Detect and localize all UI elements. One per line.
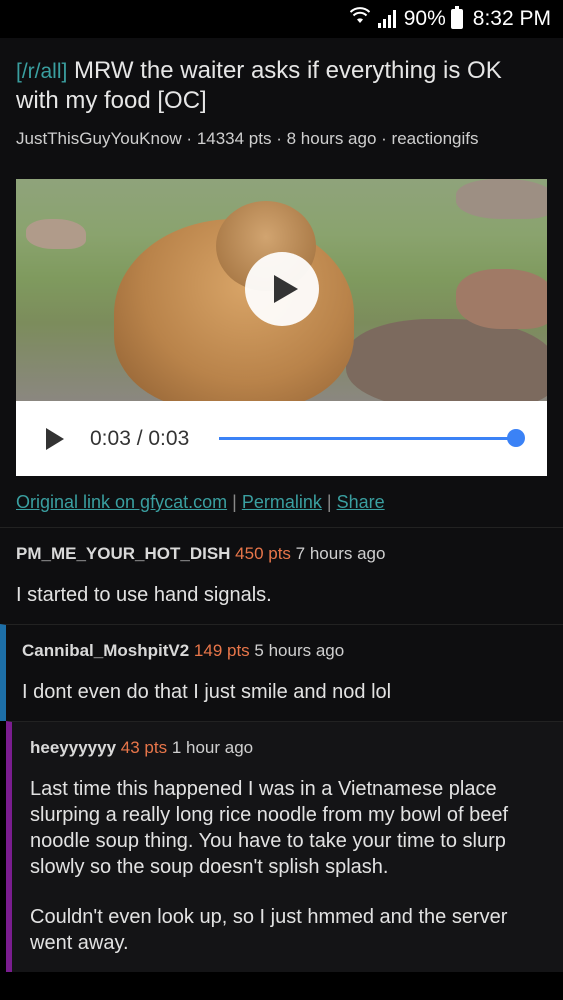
comment-paragraph: Couldn't even look up, so I just hmmed a… xyxy=(30,906,508,954)
meta-separator: · xyxy=(186,129,197,148)
comment-author[interactable]: Cannibal_MoshpitV2 xyxy=(22,641,189,660)
comment-body: Last time this happened I was in a Vietn… xyxy=(30,776,547,956)
play-overlay-button[interactable] xyxy=(245,252,319,326)
battery-percentage: 90% xyxy=(403,7,446,30)
original-link[interactable]: Original link on gfycat.com xyxy=(16,492,227,512)
post-meta: JustThisGuyYouKnow · 14334 pts · 8 hours… xyxy=(16,129,547,149)
comment-points: 450 pts xyxy=(235,544,291,563)
comment-reply[interactable]: Cannibal_MoshpitV2 149 pts 5 hours ago I… xyxy=(0,624,563,721)
comment[interactable]: PM_ME_YOUR_HOT_DISH 450 pts 7 hours ago … xyxy=(0,527,563,624)
comment-meta: Cannibal_MoshpitV2 149 pts 5 hours ago xyxy=(22,641,547,661)
comment-points: 43 pts xyxy=(120,738,168,757)
permalink-link[interactable]: Permalink xyxy=(242,492,322,512)
comment-body: I dont even do that I just smile and nod… xyxy=(22,679,547,705)
video-time: 0:03 / 0:03 xyxy=(90,426,190,450)
battery-icon xyxy=(450,6,463,29)
meta-separator: · xyxy=(381,129,392,148)
post-author[interactable]: JustThisGuyYouKnow xyxy=(16,129,182,148)
progress-thumb[interactable] xyxy=(507,429,525,447)
share-link[interactable]: Share xyxy=(337,492,385,512)
post-points: 14334 pts xyxy=(196,129,272,148)
post: [/r/all] MRW the waiter asks if everythi… xyxy=(0,38,563,527)
comment-nested-reply[interactable]: heeyyyyyy 43 pts 1 hour ago Last time th… xyxy=(6,721,563,972)
comment-meta: PM_ME_YOUR_HOT_DISH 450 pts 7 hours ago xyxy=(16,544,547,564)
progress-bar[interactable] xyxy=(219,429,525,447)
post-title[interactable]: [/r/all] MRW the waiter asks if everythi… xyxy=(16,56,547,115)
meta-separator: · xyxy=(276,129,287,148)
comment-paragraph: I started to use hand signals. xyxy=(16,584,272,606)
comment-age: 5 hours ago xyxy=(254,641,345,660)
post-links: Original link on gfycat.com | Permalink … xyxy=(16,492,547,513)
link-separator: | xyxy=(326,492,332,512)
comment-meta: heeyyyyyy 43 pts 1 hour ago xyxy=(30,738,547,758)
post-age: 8 hours ago xyxy=(286,129,377,148)
comment-author[interactable]: heeyyyyyy xyxy=(30,738,116,757)
status-bar: 90% 8:32 PM xyxy=(0,0,563,38)
comment-author[interactable]: PM_ME_YOUR_HOT_DISH xyxy=(16,544,230,563)
post-domain[interactable]: reactiongifs xyxy=(392,129,479,148)
comment-paragraph: Last time this happened I was in a Vietn… xyxy=(30,778,509,878)
play-icon[interactable] xyxy=(46,427,64,450)
wifi-icon xyxy=(349,7,370,31)
post-title-text[interactable]: MRW the waiter asks if everything is OK … xyxy=(16,57,502,114)
comment-body: I started to use hand signals. xyxy=(16,582,547,608)
comment-age: 7 hours ago xyxy=(295,544,386,563)
link-separator: | xyxy=(232,492,237,512)
signal-icon xyxy=(377,10,396,28)
video-controls: 0:03 / 0:03 xyxy=(16,401,547,476)
video-frame[interactable] xyxy=(16,179,547,401)
video-player[interactable]: 0:03 / 0:03 xyxy=(16,179,547,476)
clock: 8:32 PM xyxy=(472,7,551,30)
comment-age: 1 hour ago xyxy=(171,738,254,757)
comment-points: 149 pts xyxy=(193,641,250,660)
comment-paragraph: I dont even do that I just smile and nod… xyxy=(22,681,392,703)
subreddit-tag[interactable]: [/r/all] xyxy=(16,60,67,83)
